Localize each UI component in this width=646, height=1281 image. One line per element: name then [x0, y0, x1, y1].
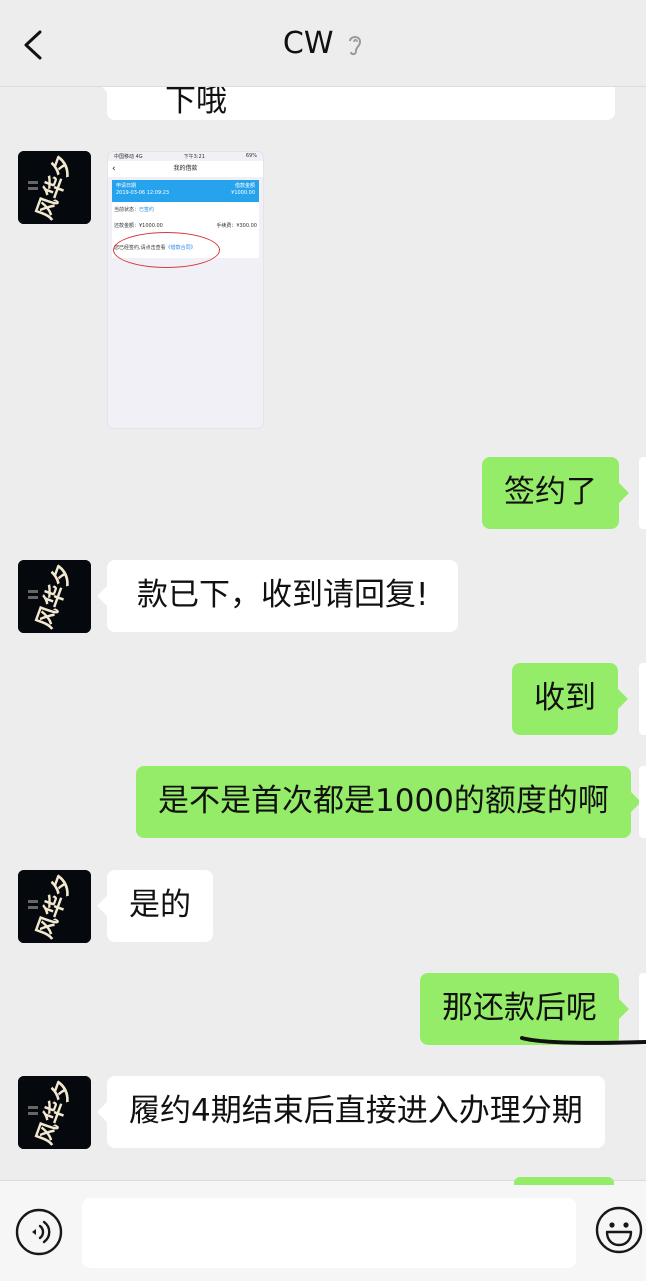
input-bar [0, 1177, 646, 1281]
message-list[interactable]: 下哦 风华夕 中国移动 4G 下午3:21 69% ‹ 我的借款 申请日期 20… [0, 86, 646, 1180]
message-bubble-received[interactable]: 款已下，收到请回复! [96, 560, 459, 632]
chat-title: CW [282, 26, 334, 61]
message-bubble-sent[interactable]: 是不是首次都是1000的额度的啊 [136, 766, 641, 838]
self-avatar-edge [639, 663, 646, 735]
ear-icon [349, 35, 362, 55]
chat-header: CW [0, 0, 646, 87]
avatar-image: 风华夕 [18, 870, 91, 943]
contact-avatar[interactable]: 风华夕 [18, 1076, 91, 1149]
emoji-icon[interactable] [594, 1205, 644, 1255]
ink-underline-annotation [520, 1036, 646, 1045]
shared-screenshot-image[interactable]: 中国移动 4G 下午3:21 69% ‹ 我的借款 申请日期 2019-03-0… [107, 151, 264, 429]
self-avatar-edge [639, 766, 646, 838]
next-sent-bubble-peek [514, 1177, 614, 1185]
avatar-image: 风华夕 [18, 151, 91, 224]
avatar-image: 风华夕 [18, 1076, 91, 1149]
red-circle-annotation [113, 232, 220, 268]
screenshot-loan-card: 申请日期 2019-03-06 12:09:23 借款金额 ¥1000.00 [112, 180, 259, 202]
screenshot-back-icon: ‹ [112, 164, 116, 174]
contact-avatar[interactable]: 风华夕 [18, 560, 91, 633]
voice-icon[interactable] [14, 1207, 64, 1257]
message-bubble-partial[interactable]: 下哦 [97, 86, 615, 120]
message-bubble-sent[interactable]: 签约了 [482, 457, 629, 529]
chat-title-area: CW [0, 26, 646, 61]
message-input[interactable] [82, 1198, 576, 1268]
contact-avatar[interactable]: 风华夕 [18, 870, 91, 943]
contact-avatar[interactable]: 风华夕 [18, 151, 91, 224]
message-bubble-sent[interactable]: 收到 [512, 663, 628, 735]
self-avatar-edge [639, 457, 646, 529]
message-bubble-received[interactable]: 是的 [97, 870, 213, 942]
message-bubble-received[interactable]: 履约4期结束后直接进入办理分期 [97, 1076, 605, 1148]
screenshot-status-bar: 中国移动 4G 下午3:21 69% [114, 153, 257, 160]
screenshot-nav: ‹ 我的借款 [108, 161, 263, 177]
avatar-image: 风华夕 [18, 560, 91, 633]
